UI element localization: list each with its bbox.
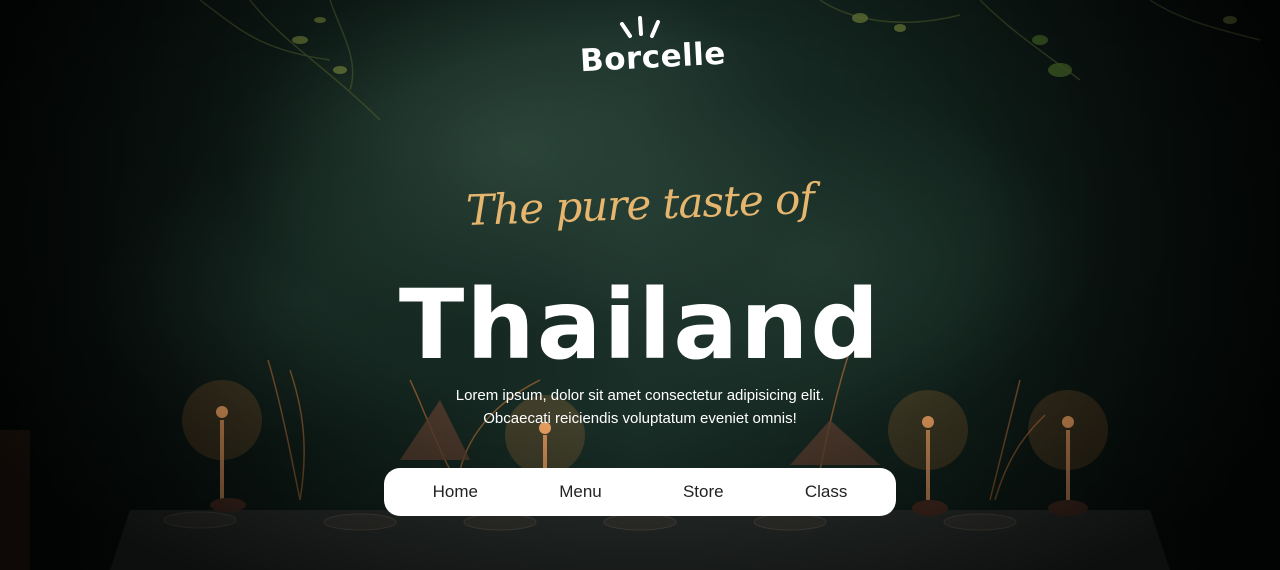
hero-section: Borcelle The pure taste of Thailand Lore… [0,0,1280,570]
main-navigation: Home Menu Store Class [384,468,896,516]
nav-item-class[interactable]: Class [793,476,860,508]
nav-item-home[interactable]: Home [421,476,490,508]
hero-description: Lorem ipsum, dolor sit amet consectetur … [390,384,890,430]
brand-logo[interactable]: Borcelle [579,14,727,84]
nav-item-store[interactable]: Store [671,476,736,508]
hero-description-line-1: Lorem ipsum, dolor sit amet consectetur … [455,387,825,404]
hero-headline: Thailand [398,269,882,381]
nav-item-menu[interactable]: Menu [547,476,614,508]
brand-logo-text: Borcelle [579,35,727,80]
hero-description-line-2: Obcaecati reiciendis voluptatum eveniet … [483,410,797,427]
